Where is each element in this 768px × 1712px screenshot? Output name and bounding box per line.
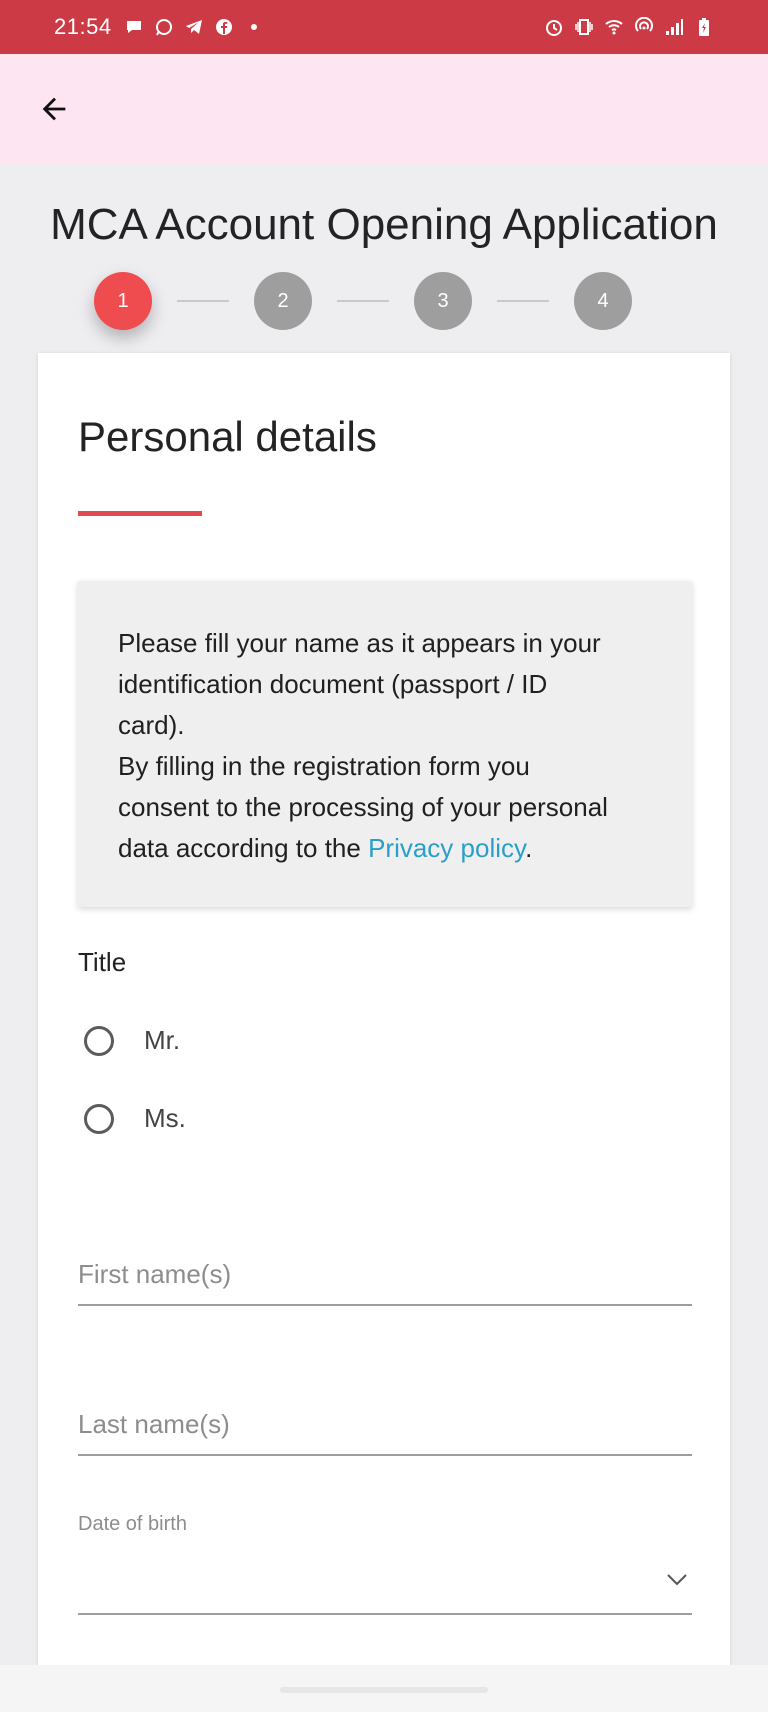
step-connector [497, 300, 549, 302]
step-3-label: 3 [437, 289, 449, 312]
last-name-field[interactable] [78, 1409, 692, 1456]
step-2[interactable]: 2 [254, 272, 312, 330]
info-text-line: card). [118, 710, 185, 740]
gesture-bar [0, 1665, 768, 1712]
stepper: 1 2 3 4 [94, 272, 632, 330]
whatsapp-icon [155, 19, 172, 36]
first-name-field[interactable] [78, 1259, 692, 1306]
date-of-birth-select[interactable] [78, 1543, 692, 1615]
info-text-line: By filling in the registration form you [118, 751, 530, 781]
step-3[interactable]: 3 [414, 272, 472, 330]
info-text-line: identification document (passport / ID [118, 669, 548, 699]
step-1-label: 1 [117, 289, 129, 312]
last-name-input[interactable] [78, 1409, 692, 1454]
info-text-line: data according to the Privacy policy. [118, 828, 652, 869]
info-text-suffix: . [525, 833, 533, 863]
title-label: Title [78, 947, 127, 977]
signal-icon [666, 19, 683, 35]
radio-button-icon[interactable] [84, 1103, 114, 1134]
notification-icons [124, 17, 264, 37]
arrow-left-icon [42, 97, 66, 121]
hotspot-icon [635, 17, 653, 32]
radio-label-mr: Mr. [144, 1025, 181, 1055]
info-text-prefix: data according to the [118, 833, 369, 863]
chevron-down-icon [667, 1574, 687, 1586]
app-bar [0, 54, 768, 164]
page-title: MCA Account Opening Application [50, 200, 718, 249]
step-connector [337, 300, 389, 302]
radio-option-mr[interactable]: Mr. [84, 1025, 180, 1056]
telegram-icon [185, 20, 202, 34]
status-bar: 21:54 [0, 0, 768, 54]
status-right [544, 17, 714, 37]
first-name-input[interactable] [78, 1259, 692, 1304]
radio-button-icon[interactable] [84, 1025, 114, 1056]
radio-option-ms[interactable]: Ms. [84, 1103, 186, 1134]
wifi-icon [605, 20, 623, 35]
step-4[interactable]: 4 [574, 272, 632, 330]
step-2-label: 2 [277, 289, 289, 312]
battery-charging-icon [699, 18, 709, 36]
chat-bubble-icon [126, 21, 141, 33]
dot-icon [250, 24, 257, 30]
facebook-icon [215, 19, 232, 35]
step-connector [177, 300, 229, 302]
status-time: 21:54 [54, 14, 112, 39]
alarm-icon [546, 20, 562, 36]
step-1[interactable]: 1 [94, 272, 152, 330]
back-button[interactable] [34, 89, 74, 129]
info-text-line: consent to the processing of your person… [118, 792, 608, 822]
dob-label: Date of birth [78, 1513, 187, 1535]
heading-underline [78, 511, 202, 516]
privacy-policy-link[interactable]: Privacy policy [368, 833, 525, 863]
step-4-label: 4 [597, 289, 609, 312]
form-card: Personal details Please fill your name a… [38, 353, 730, 1673]
info-text-line: Please fill your name as it appears in y… [118, 628, 601, 658]
radio-label-ms: Ms. [144, 1103, 186, 1133]
section-heading: Personal details [78, 413, 377, 460]
info-box: Please fill your name as it appears in y… [78, 581, 692, 907]
status-left: 21:54 [54, 14, 264, 40]
home-indicator[interactable] [280, 1687, 488, 1693]
vibrate-icon [575, 19, 593, 35]
